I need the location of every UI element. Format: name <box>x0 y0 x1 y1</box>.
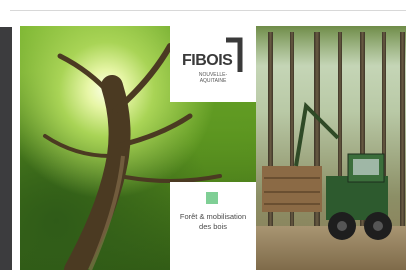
left-sidebar-band <box>0 27 12 270</box>
forestry-machine-photo <box>256 26 406 270</box>
fibois-logo-card[interactable]: FIBOIS NOUVELLE-AQUITAINE <box>170 26 256 102</box>
green-square-icon <box>206 192 218 204</box>
hero-banner: FIBOIS NOUVELLE-AQUITAINE Forêt & mobili… <box>20 26 406 270</box>
logo-brand-text: FIBOIS <box>182 52 233 69</box>
top-divider <box>10 10 406 11</box>
logo-subtitle: NOUVELLE-AQUITAINE <box>198 72 228 84</box>
theme-caption-text: Forêt & mobilisation des bois <box>179 212 247 231</box>
forwarder-machine-illustration <box>262 101 392 240</box>
theme-caption-card[interactable]: Forêt & mobilisation des bois <box>170 182 256 270</box>
